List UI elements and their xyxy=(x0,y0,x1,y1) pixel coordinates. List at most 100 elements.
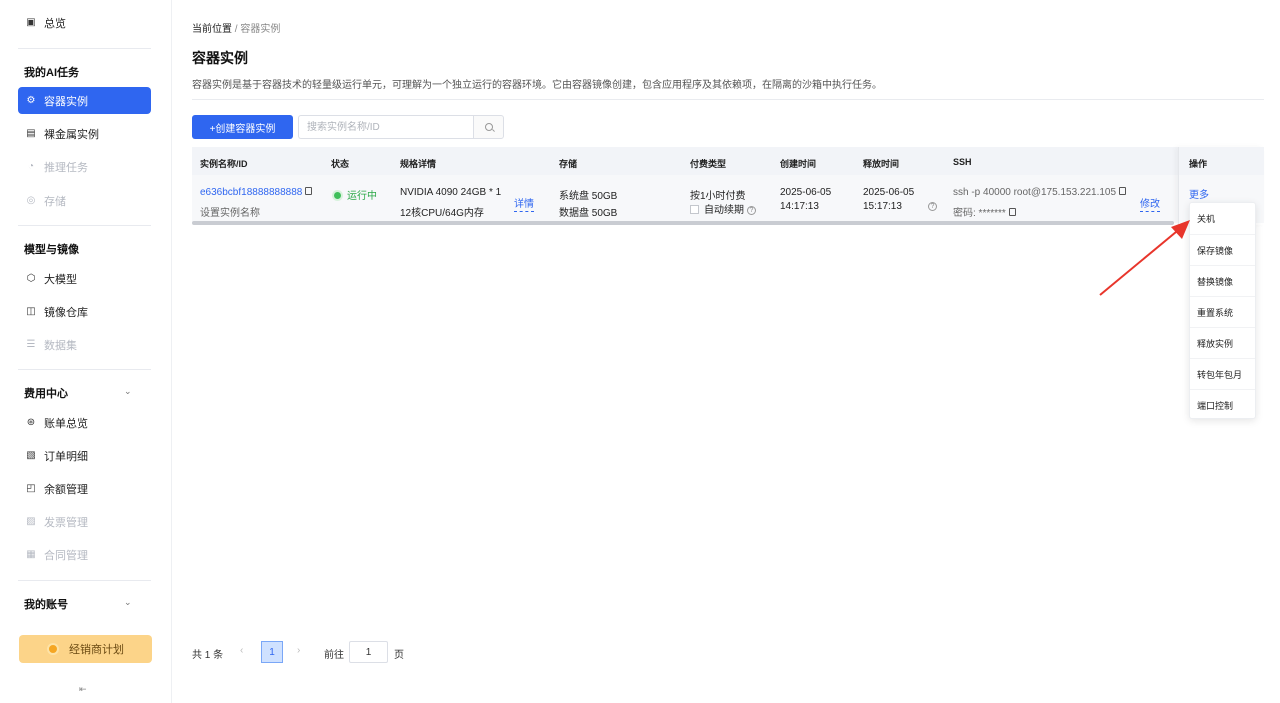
goto-page-input[interactable] xyxy=(349,641,388,663)
set-instance-name[interactable]: 设置实例名称 xyxy=(200,204,260,219)
sidebar-item-image-repo[interactable]: ◫ 镜像仓库 xyxy=(18,298,151,325)
sidebar-item-label: 存储 xyxy=(44,195,66,208)
sidebar-item-orders[interactable]: ▧ 订单明细 xyxy=(18,442,151,469)
breadcrumb-prefix[interactable]: 当前位置 xyxy=(192,24,232,35)
page-number-1[interactable]: 1 xyxy=(261,641,283,663)
breadcrumb-current: 容器实例 xyxy=(240,24,281,35)
sidebar-item-dataset: ☰ 数据集 xyxy=(18,331,151,358)
spec-gpu: NVIDIA 4090 24GB * 1 xyxy=(400,187,502,198)
create-container-button[interactable]: +创建容器实例 xyxy=(192,115,293,139)
release-help-icon[interactable]: ? xyxy=(925,201,937,212)
sidebar-item-label: 合同管理 xyxy=(44,549,88,562)
reseller-plan-button[interactable]: 经销商计划 xyxy=(19,635,152,663)
col-ssh: SSH xyxy=(953,157,972,167)
billing-type: 按1小时付费 xyxy=(690,191,746,202)
running-status-icon xyxy=(334,191,341,199)
copy-icon[interactable] xyxy=(1119,187,1127,196)
group-billing[interactable]: 费用中心 xyxy=(24,385,68,401)
sidebar-item-label: 数据集 xyxy=(44,339,77,352)
modify-link[interactable]: 修改 xyxy=(1140,195,1160,212)
sidebar-item-contract: ▦ 合同管理 xyxy=(18,541,151,568)
search-button[interactable] xyxy=(473,115,504,139)
breadcrumb-separator: / xyxy=(234,24,238,35)
ssh-command: ssh -p 40000 root@175.153.221.105 xyxy=(953,187,1127,198)
divider xyxy=(192,99,1264,100)
sidebar-item-invoice: ▨ 发票管理 xyxy=(18,508,151,535)
inference-icon: ◔ xyxy=(27,160,35,172)
sidebar-item-llm[interactable]: ⬡ 大模型 xyxy=(18,265,151,292)
next-page-icon[interactable]: › xyxy=(297,645,300,656)
sidebar-item-label: 大模型 xyxy=(44,273,77,286)
chevron-down-icon[interactable]: ⌄ xyxy=(124,386,132,397)
order-icon: ▧ xyxy=(26,449,36,461)
sidebar-item-containers[interactable]: ⚙ 容器实例 xyxy=(18,87,151,114)
cube-icon: ⬡ xyxy=(26,272,36,284)
dashboard-icon: ▣ xyxy=(26,16,36,28)
search-input[interactable] xyxy=(298,115,473,139)
divider xyxy=(18,580,151,581)
table-header xyxy=(192,147,1264,175)
col-spec: 规格详情 xyxy=(400,159,437,169)
prev-page-icon[interactable]: ‹ xyxy=(240,645,243,656)
medal-icon xyxy=(47,643,59,655)
group-ai-tasks: 我的AI任务 xyxy=(24,67,79,79)
sidebar-item-baremetal[interactable]: ▤ 裸金属实例 xyxy=(18,120,151,147)
sidebar-item-label: 总览 xyxy=(44,17,66,30)
col-created: 创建时间 xyxy=(780,159,817,169)
sidebar-item-label: 账单总览 xyxy=(44,417,88,430)
page-unit: 页 xyxy=(394,650,404,661)
created-time: 14:17:13 xyxy=(780,201,819,212)
chevron-down-icon[interactable]: ⌄ xyxy=(124,597,132,608)
sidebar-item-label: 裸金属实例 xyxy=(44,128,99,141)
sidebar-item-storage: ◎ 存储 xyxy=(18,187,151,214)
spec-cpu-mem: 12核CPU/64G内存 xyxy=(400,208,484,219)
col-ops: 操作 xyxy=(1189,159,1208,169)
pagination-total: 共 1 条 xyxy=(192,650,224,661)
contract-icon: ▦ xyxy=(26,548,36,560)
sidebar-item-balance[interactable]: ◰ 余额管理 xyxy=(18,475,151,502)
help-icon[interactable]: ? xyxy=(747,205,756,215)
auto-renew-checkbox[interactable]: 自动续期? xyxy=(690,201,756,216)
invoice-icon: ▨ xyxy=(26,515,36,527)
search-icon xyxy=(484,123,493,131)
spec-detail-link[interactable]: 详情 xyxy=(514,195,534,212)
breadcrumb: 当前位置 / 容器实例 xyxy=(192,20,280,35)
wallet-icon: ◰ xyxy=(26,482,36,494)
annotation-arrow xyxy=(1099,220,1190,296)
status-badge: 运行中 xyxy=(334,187,377,202)
divider xyxy=(18,225,151,226)
menu-item-port-control[interactable]: 端口控制 xyxy=(1190,389,1255,420)
menu-item-release-instance[interactable]: 释放实例 xyxy=(1190,327,1255,358)
sidebar-item-label: 订单明细 xyxy=(44,450,88,463)
instance-id-link[interactable]: e636bcbf18888888888 xyxy=(200,187,302,198)
dataset-icon: ☰ xyxy=(26,338,36,350)
divider xyxy=(18,48,151,49)
container-icon: ⚙ xyxy=(26,94,36,106)
copy-icon[interactable] xyxy=(305,187,313,196)
col-status: 状态 xyxy=(331,159,350,169)
sidebar-item-label: 余额管理 xyxy=(44,483,88,496)
checkbox-icon[interactable] xyxy=(690,204,699,214)
release-date: 2025-06-05 xyxy=(863,187,915,198)
sidebar-item-label: 推理任务 xyxy=(44,161,88,174)
sidebar: ▣ 总览 我的AI任务 ⚙ 容器实例 ▤ 裸金属实例 ◔ 推理任务 ◎ 存储 模… xyxy=(0,0,172,703)
instance-id-cell: e636bcbf18888888888 xyxy=(200,187,313,198)
col-billing: 付费类型 xyxy=(690,159,727,169)
horizontal-scrollbar[interactable] xyxy=(192,221,1174,225)
group-models: 模型与镜像 xyxy=(24,244,79,256)
sidebar-item-bill-overview[interactable]: ⊛ 账单总览 xyxy=(18,409,151,436)
goto-label: 前往 xyxy=(324,650,344,661)
sidebar-item-label: 发票管理 xyxy=(44,516,88,529)
group-account[interactable]: 我的账号 xyxy=(24,596,68,612)
divider xyxy=(18,369,151,370)
sidebar-item-overview[interactable]: ▣ 总览 xyxy=(18,9,151,36)
collapse-sidebar-icon[interactable]: ⇤ xyxy=(79,684,87,695)
reseller-label: 经销商计划 xyxy=(69,644,124,656)
more-button[interactable]: 更多 xyxy=(1189,186,1209,201)
bill-icon: ⊛ xyxy=(26,416,36,428)
created-date: 2025-06-05 xyxy=(780,187,832,198)
copy-icon[interactable] xyxy=(1008,208,1016,217)
menu-item-convert-subscription[interactable]: 转包年包月 xyxy=(1190,358,1255,389)
page-description: 容器实例是基于容器技术的轻量级运行单元，可理解为一个独立运行的容器环境。它由容器… xyxy=(192,80,882,91)
system-disk: 系统盘 50GB xyxy=(559,191,618,202)
